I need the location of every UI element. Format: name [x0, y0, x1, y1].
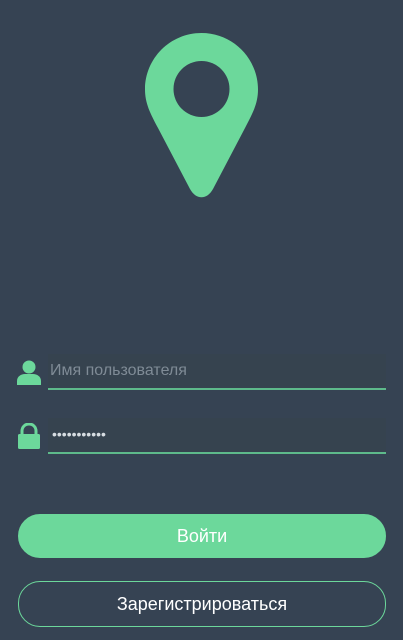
lock-icon	[18, 423, 40, 449]
password-input[interactable]: •••••••••••	[52, 426, 106, 442]
map-pin-icon	[145, 33, 258, 198]
username-field-wrap	[48, 354, 386, 390]
register-button[interactable]: Зарегистрироваться	[18, 581, 386, 627]
password-row: •••••••••••	[16, 416, 386, 456]
login-screen: ••••••••••• Войти Зарегистрироваться	[0, 0, 403, 640]
user-icon	[17, 360, 41, 385]
password-field-wrap[interactable]: •••••••••••	[48, 418, 386, 454]
username-input[interactable]	[48, 354, 386, 388]
login-button[interactable]: Войти	[18, 514, 386, 558]
username-row	[16, 352, 386, 392]
